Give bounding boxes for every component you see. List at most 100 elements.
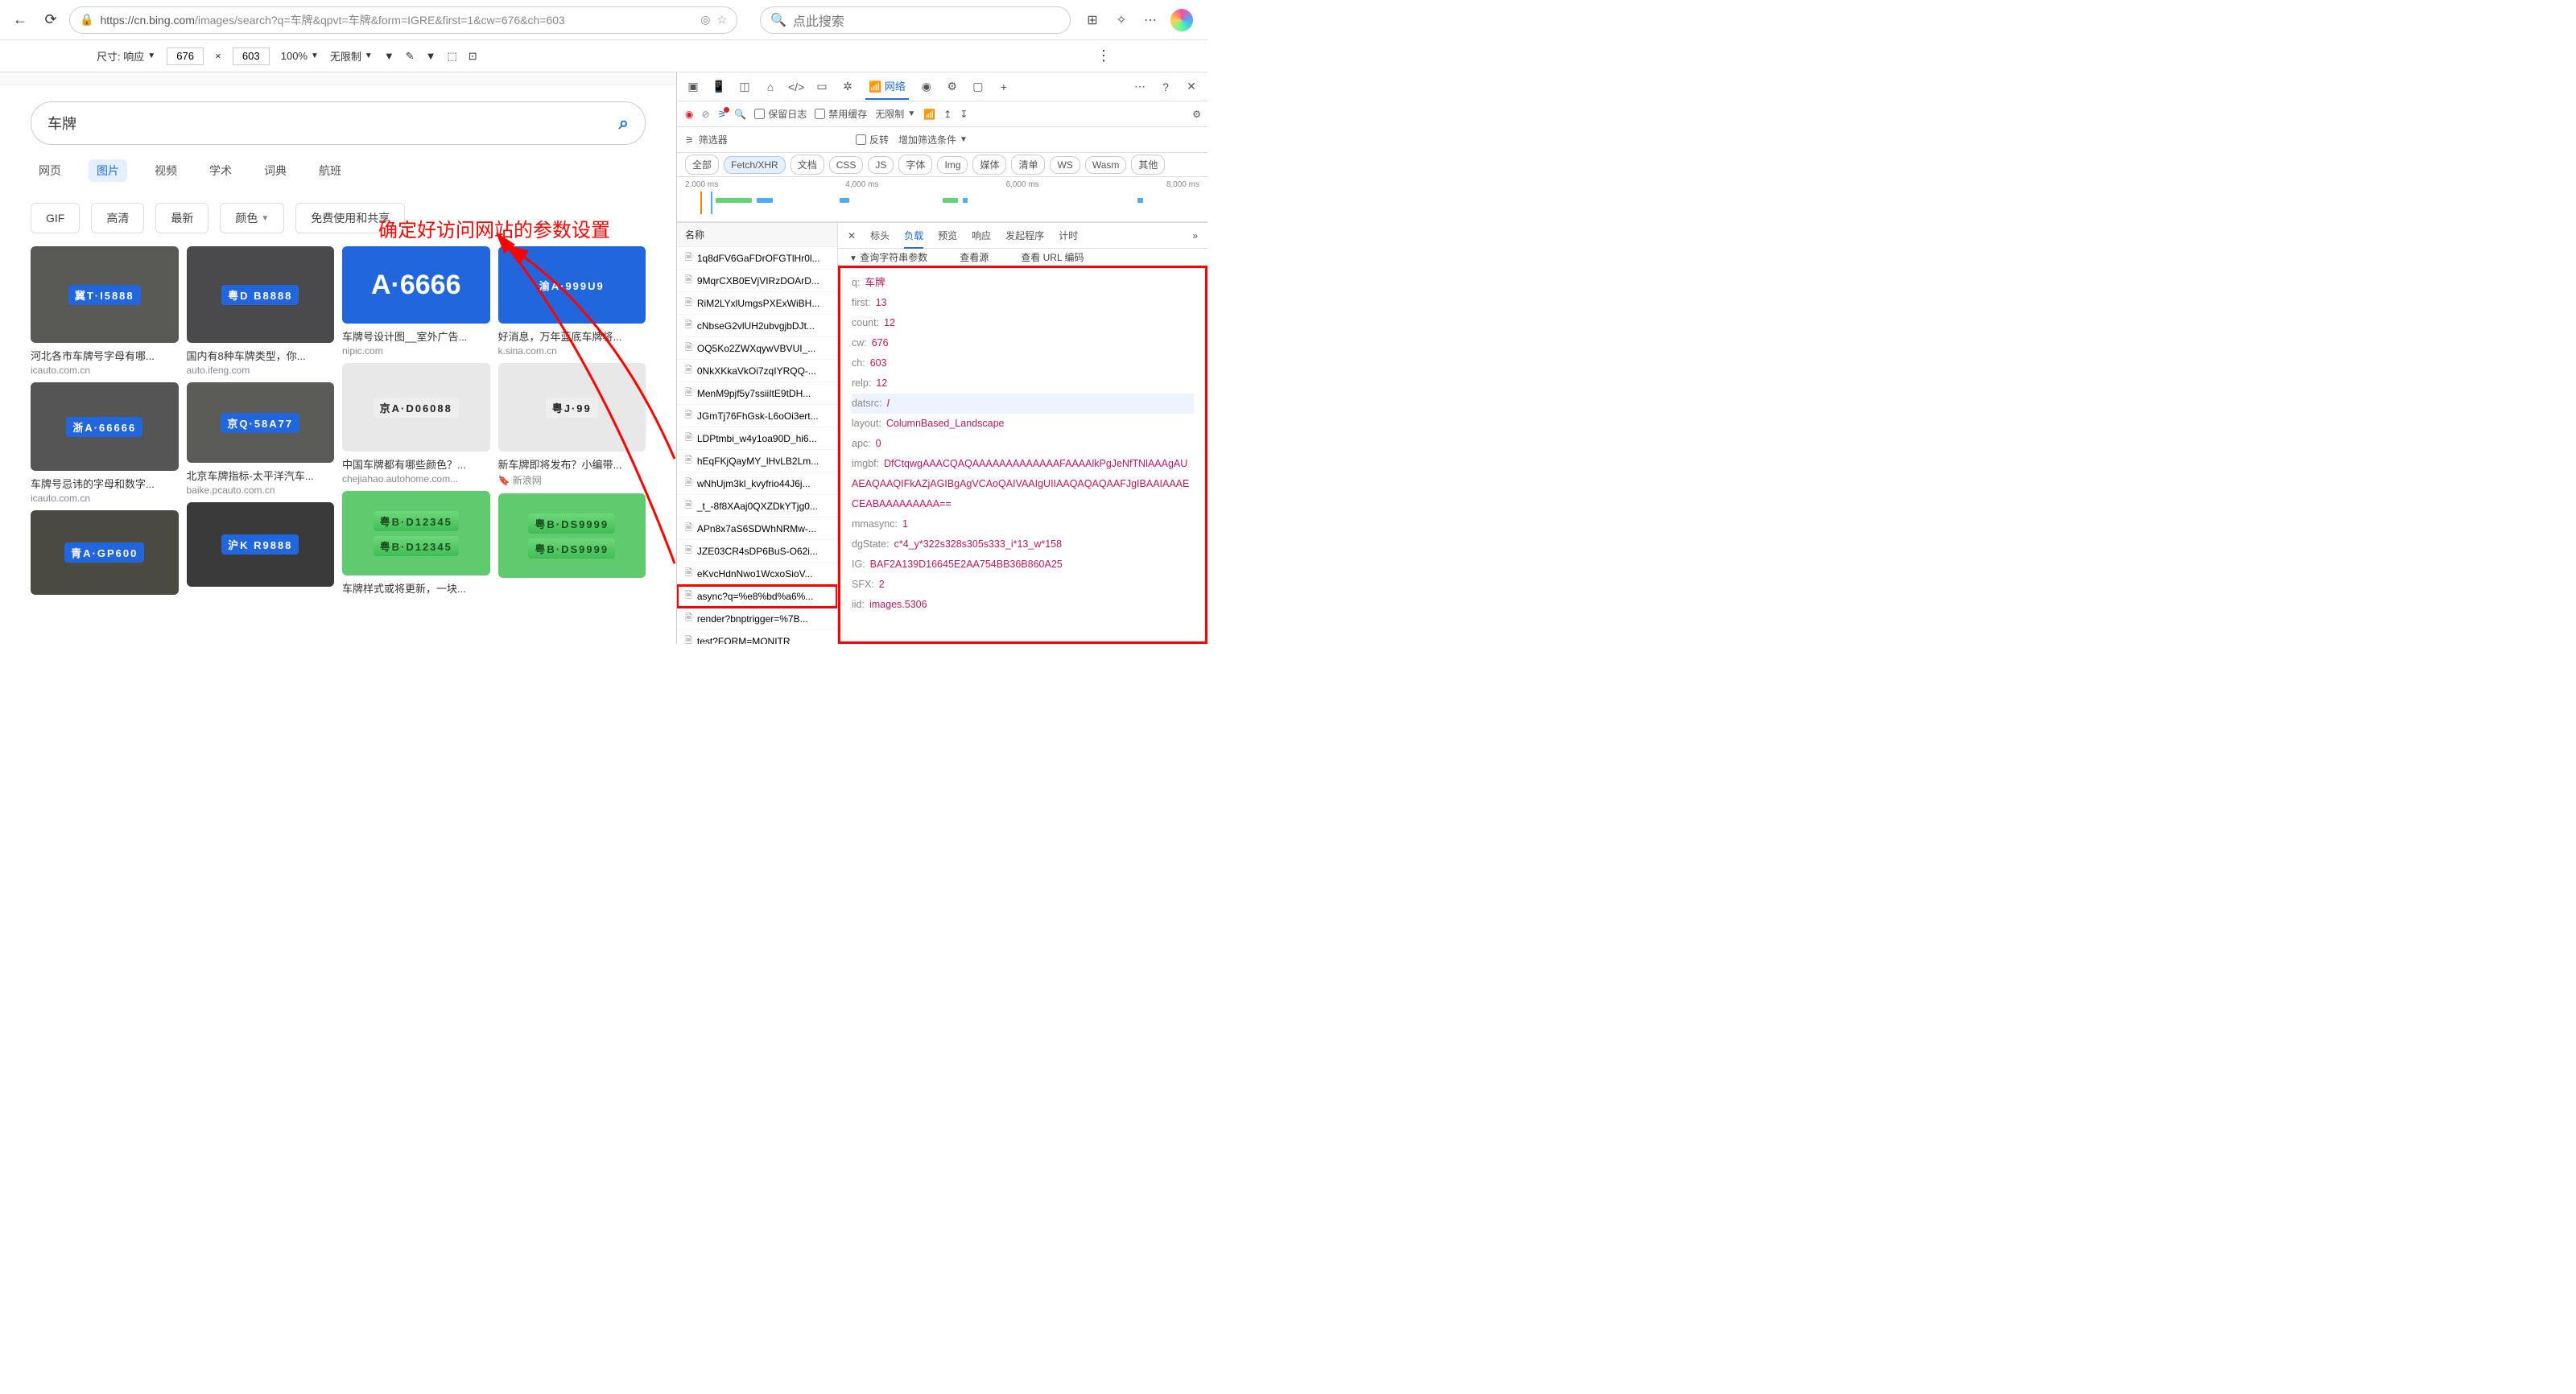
image-result[interactable]: 粤J·99新车牌即将发布？小编带...🔖 新浪网 [498,363,646,487]
type-filter-manifest[interactable]: 清单 [1011,155,1045,175]
network-timeline[interactable]: 2,000 ms4,000 ms6,000 ms8,000 ms [677,177,1208,222]
request-row[interactable]: 🗎render?bnptrigger=%7B... [677,608,837,630]
throttle-net-select[interactable]: 无限制 ▼ [875,107,915,121]
type-filter-img[interactable]: Img [937,156,968,174]
initiator-tab[interactable]: 发起程序 [1005,229,1044,242]
type-filter-wasm[interactable]: Wasm [1085,156,1127,174]
zoom-select[interactable]: 100% ▼ [281,50,319,62]
image-result[interactable]: 浙A·66666车牌号忌讳的字母和数字...icauto.com.cn [31,382,179,504]
image-result[interactable]: 京A·D06088中国车牌都有哪些颜色？...chejiahao.autohom… [342,363,490,485]
record-icon[interactable]: ◉ [685,109,693,120]
copilot-icon[interactable] [1170,9,1193,31]
request-row[interactable]: 🗎cNbseG2vlUH2ubvgjbDJt... [677,315,837,337]
timing-tab[interactable]: 计时 [1059,229,1078,242]
image-result[interactable]: 冀T·I5888河北各市车牌号字母有哪...icauto.com.cn [31,246,179,376]
request-row[interactable]: 🗎0NkXKkaVkOi7zqIYRQQ-... [677,360,837,382]
screenshot-icon[interactable]: ⬚ [447,50,456,63]
request-row[interactable]: 🗎_t_-8f8XAaj0QXZDkYTjg0... [677,495,837,518]
disable-cache-checkbox[interactable]: 禁用缓存 [815,107,867,121]
filter-input[interactable]: ⚞ 筛选器 [685,133,846,146]
close-devtools-icon[interactable]: ✕ [1183,80,1199,93]
type-filter-font[interactable]: 字体 [898,155,932,175]
inspect-icon[interactable]: ▣ [685,80,701,93]
more-filters[interactable]: 增加筛选条件 ▼ [898,133,968,146]
image-result[interactable]: 粤B·DS9999粤B·DS9999 [498,493,646,578]
type-filter-media[interactable]: 媒体 [972,155,1006,175]
frame-icon[interactable]: ⊡ [469,50,477,63]
sidebar-search[interactable]: 🔍 点此搜索 [760,6,1071,34]
bing-search-box[interactable]: 车牌 ⌕ [31,101,646,145]
request-row[interactable]: 🗎wNhUjm3kl_kvyfrio44J6j... [677,472,837,495]
request-row[interactable]: 🗎eKvcHdnNwo1WcxoSioV... [677,563,837,585]
request-row[interactable]: 🗎test?FORM=MONITR [677,630,837,644]
more-icon[interactable]: ⋯ [1141,11,1159,29]
dock-icon[interactable]: ◫ [737,80,753,93]
request-row[interactable]: 🗎JZE03CR4sDP6BuS-O62i... [677,540,837,563]
request-row[interactable]: 🗎MenM9pjf5y7ssiiItE9tDH... [677,382,837,405]
search-tab[interactable]: 图片 [89,159,127,182]
request-row[interactable]: 🗎async?q=%e8%bd%a6%... [677,585,837,608]
eyedropper-icon[interactable]: ✎ [406,50,415,63]
image-result[interactable]: 青A·GP600 [31,510,179,595]
response-tab[interactable]: 响应 [972,229,991,242]
request-row[interactable]: 🗎RiM2LYxlUmgsPXExWiBH... [677,292,837,315]
image-result[interactable]: 粤D B8888国内有8种车牌类型，你...auto.ifeng.com [187,246,335,376]
close-detail-icon[interactable]: ✕ [848,230,856,241]
type-filter-ws[interactable]: WS [1050,156,1080,174]
request-row[interactable]: 🗎JGmTj76FhGsk-L6oOi3ert... [677,405,837,427]
type-filter-other[interactable]: 其他 [1131,155,1165,175]
favorite-icon[interactable]: ☆ [716,13,727,27]
search-tab[interactable]: 网页 [34,159,66,182]
dimensions-label[interactable]: 尺寸: 响应 ▼ [97,48,155,64]
collections-icon[interactable]: ✧ [1113,11,1130,29]
search-tab[interactable]: 航班 [314,159,346,182]
image-result[interactable]: 沪K R9888 [187,502,335,587]
devtools-more-icon[interactable]: ⋯ [1132,80,1148,93]
image-result[interactable]: 粤B·D12345粤B·D12345车牌样式或将更新，一块... [342,491,490,596]
image-result[interactable]: 渝A·999U9好消息，万年蓝底车牌将...k.sina.com.cn [498,246,646,357]
net-settings-icon[interactable]: ⚙ [1192,109,1201,120]
sources-icon[interactable]: ✲ [840,80,856,93]
add-tab-icon[interactable]: + [996,80,1012,93]
clear-icon[interactable]: ⊘ [701,109,709,120]
back-button[interactable]: ← [8,8,32,32]
type-filter-xhr[interactable]: Fetch/XHR [724,156,786,174]
device-menu-icon[interactable]: ⋮ [1096,47,1111,64]
width-input[interactable] [167,47,204,65]
search-submit-icon[interactable]: ⌕ [619,113,629,134]
help-icon[interactable]: ? [1158,80,1174,93]
dpr-select[interactable]: ▼ [384,50,394,62]
request-row[interactable]: 🗎APn8x7aS6SDWhNRMw-... [677,518,837,540]
orientation-select[interactable]: ▼ [426,50,436,62]
filter-chip[interactable]: 免费使用和共享 [295,203,405,233]
extensions-icon[interactable]: ⊞ [1084,11,1101,29]
preview-tab[interactable]: 预览 [938,229,957,242]
address-bar[interactable]: 🔒 https://cn.bing.com/images/search?q=车牌… [69,6,737,34]
refresh-button[interactable]: ⟳ [39,8,63,32]
invert-checkbox[interactable]: 反转 [856,133,889,146]
headers-tab[interactable]: 标头 [870,229,890,242]
elements-icon[interactable]: </> [788,80,804,93]
throttle-select[interactable]: 无限制 ▼ [330,48,373,64]
search-tab[interactable]: 词典 [259,159,291,182]
filter-chip[interactable]: 颜色 ▼ [220,203,284,233]
performance-icon[interactable]: ◉ [919,80,935,93]
type-filter-all[interactable]: 全部 [685,155,719,175]
detail-more-icon[interactable]: » [1192,230,1198,241]
view-source-link[interactable]: 查看源 [960,250,989,264]
console-icon[interactable]: ▭ [814,80,830,93]
view-url-link[interactable]: 查看 URL 编码 [1021,250,1084,264]
payload-tab[interactable]: 负载 [904,229,923,249]
filter-chip[interactable]: 最新 [155,203,208,233]
type-filter-css[interactable]: CSS [829,156,864,174]
filter-chip[interactable]: GIF [31,203,80,233]
application-icon[interactable]: ▢ [970,80,986,93]
request-row[interactable]: 🗎hEqFKjQayMY_lHvLB2Lm... [677,450,837,472]
upload-icon[interactable]: ↥ [943,109,952,120]
image-result[interactable]: 京Q·58A77北京车牌指标-太平洋汽车...baike.pcauto.com.… [187,382,335,496]
filter-chip[interactable]: 高清 [91,203,144,233]
search-net-icon[interactable]: 🔍 [734,109,746,120]
search-tab[interactable]: 视频 [150,159,182,182]
image-result[interactable]: A·6666车牌号设计图__室外广告...nipic.com [342,246,490,357]
wifi-cond-icon[interactable]: 📶 [923,109,935,120]
